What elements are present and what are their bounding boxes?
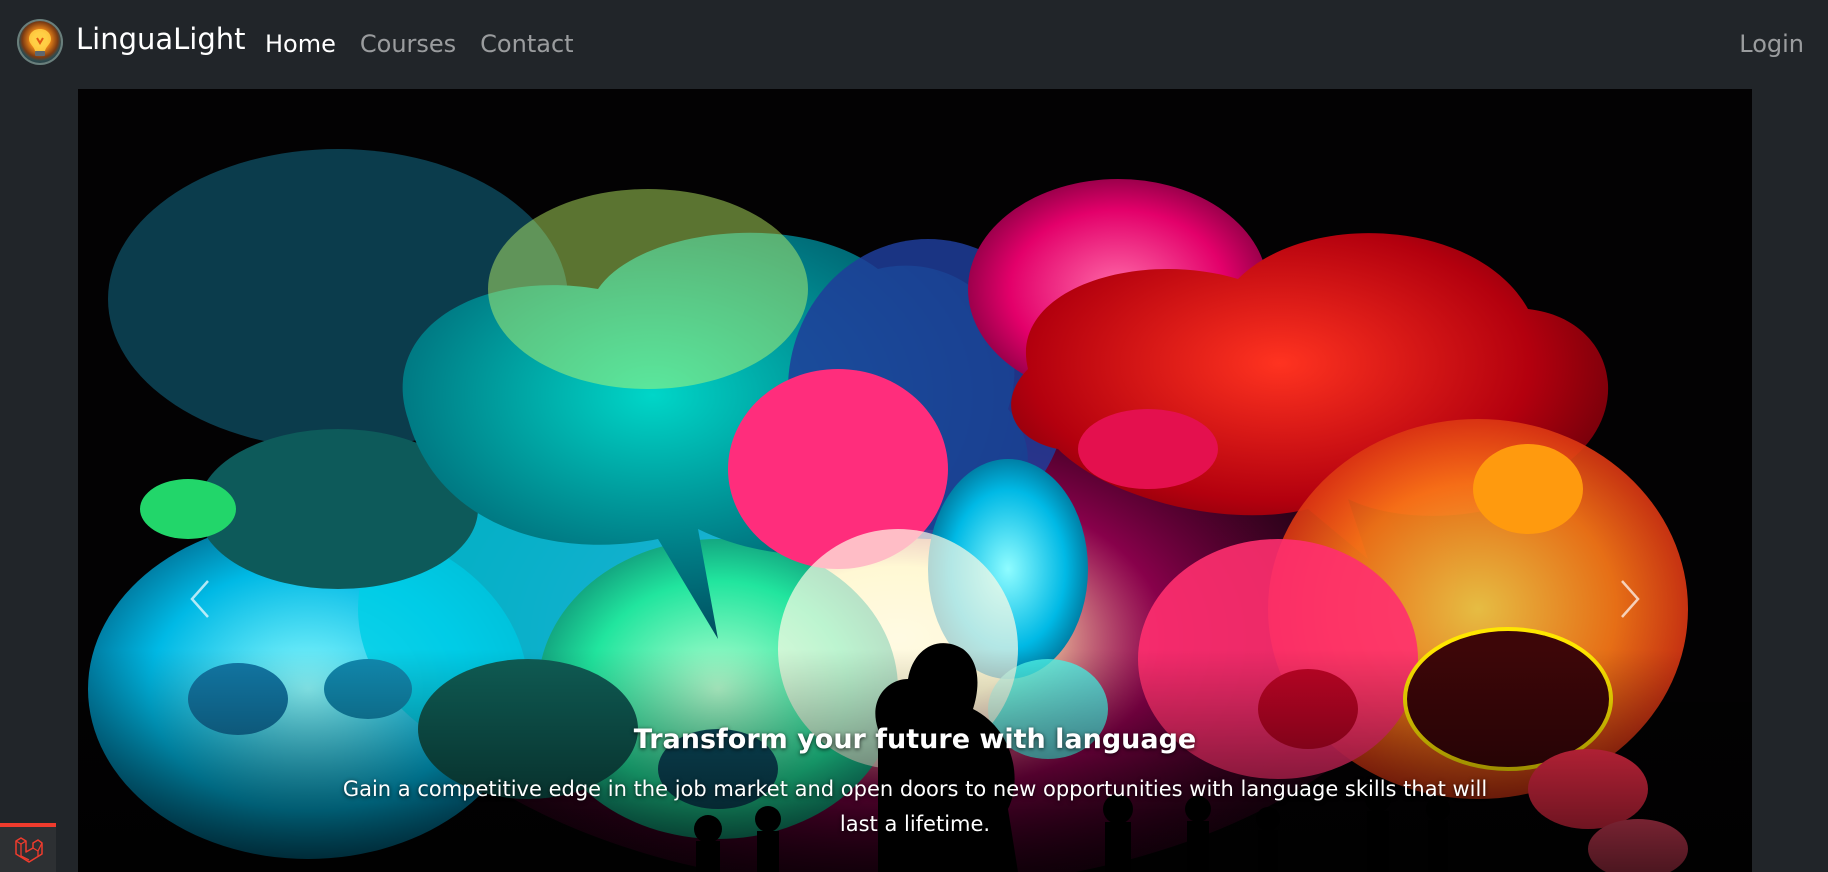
brand-name: LinguaLight (76, 21, 246, 56)
laravel-icon (15, 836, 43, 863)
main-nav: Home Courses Contact (265, 29, 574, 59)
chevron-left-icon (190, 580, 209, 618)
top-navbar: LinguaLight Home Courses Contact Login (0, 0, 1828, 88)
hero-title: Transform your future with language (633, 724, 1197, 755)
lightbulb-logo-icon (17, 19, 63, 65)
login-link[interactable]: Login (1739, 29, 1804, 59)
nav-home-link[interactable]: Home (265, 29, 336, 59)
nav-courses-link[interactable]: Courses (360, 29, 456, 59)
carousel-caption: Transform your future with language Gain… (308, 722, 1522, 842)
nav-contact-link[interactable]: Contact (480, 29, 573, 59)
laravel-debug-badge[interactable] (0, 823, 56, 872)
carousel-next-button[interactable] (1610, 569, 1650, 629)
hero-text: Gain a competitive edge in the job marke… (342, 777, 1488, 836)
hero-carousel: Transform your future with language Gain… (78, 89, 1752, 872)
carousel-prev-button[interactable] (180, 569, 220, 629)
brand-link[interactable]: LinguaLight (17, 19, 246, 65)
chevron-right-icon (1621, 580, 1640, 618)
